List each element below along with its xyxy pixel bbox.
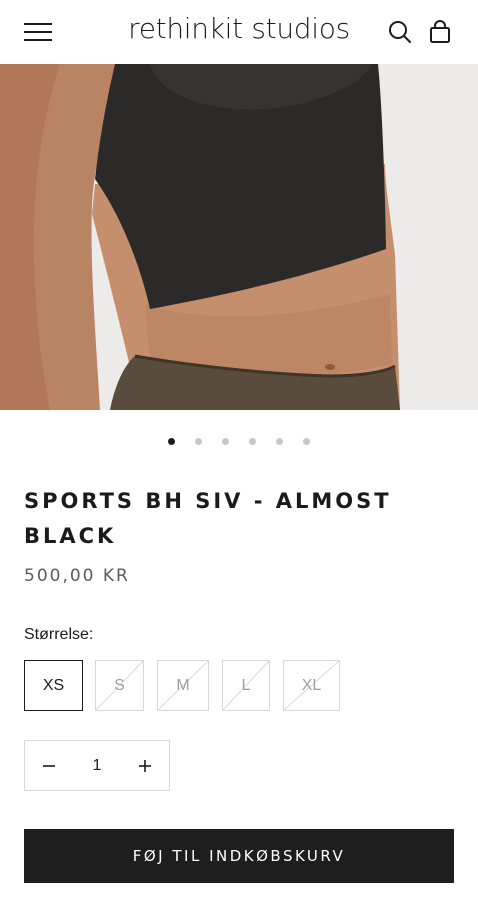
shopping-bag-icon[interactable] — [427, 19, 453, 45]
site-header: rethinkit studios — [0, 0, 478, 64]
search-icon[interactable] — [387, 19, 413, 45]
product-photo — [0, 64, 478, 410]
quantity-input[interactable] — [73, 741, 121, 790]
size-option-s[interactable]: S — [95, 660, 144, 711]
product-image[interactable] — [0, 64, 478, 410]
carousel-dot-6[interactable] — [303, 438, 310, 445]
minus-icon — [43, 765, 55, 767]
carousel-dot-5[interactable] — [276, 438, 283, 445]
size-label: Størrelse: — [24, 626, 94, 643]
carousel-dot-4[interactable] — [249, 438, 256, 445]
size-option-xs[interactable]: XS — [24, 660, 83, 711]
size-option-l[interactable]: L — [222, 660, 270, 711]
increase-quantity-button[interactable] — [121, 741, 169, 790]
size-option-m[interactable]: M — [157, 660, 209, 711]
carousel-dots — [0, 438, 478, 448]
plus-icon — [139, 760, 151, 772]
size-option-xl[interactable]: XL — [283, 660, 340, 711]
decrease-quantity-button[interactable] — [25, 741, 73, 790]
carousel-dot-3[interactable] — [222, 438, 229, 445]
product-price: 500,00 KR — [24, 566, 130, 586]
product-title: SPORTS BH SIV - ALMOST BLACK — [24, 489, 392, 548]
site-logo[interactable]: rethinkit studios — [120, 12, 358, 45]
size-selector: XS S M L XL — [24, 660, 454, 711]
carousel-dot-1[interactable] — [168, 438, 175, 445]
hamburger-menu-icon[interactable] — [24, 22, 52, 42]
quantity-stepper — [24, 740, 170, 791]
carousel-dot-2[interactable] — [195, 438, 202, 445]
add-to-cart-button[interactable]: FØJ TIL INDKØBSKURV — [24, 829, 454, 883]
